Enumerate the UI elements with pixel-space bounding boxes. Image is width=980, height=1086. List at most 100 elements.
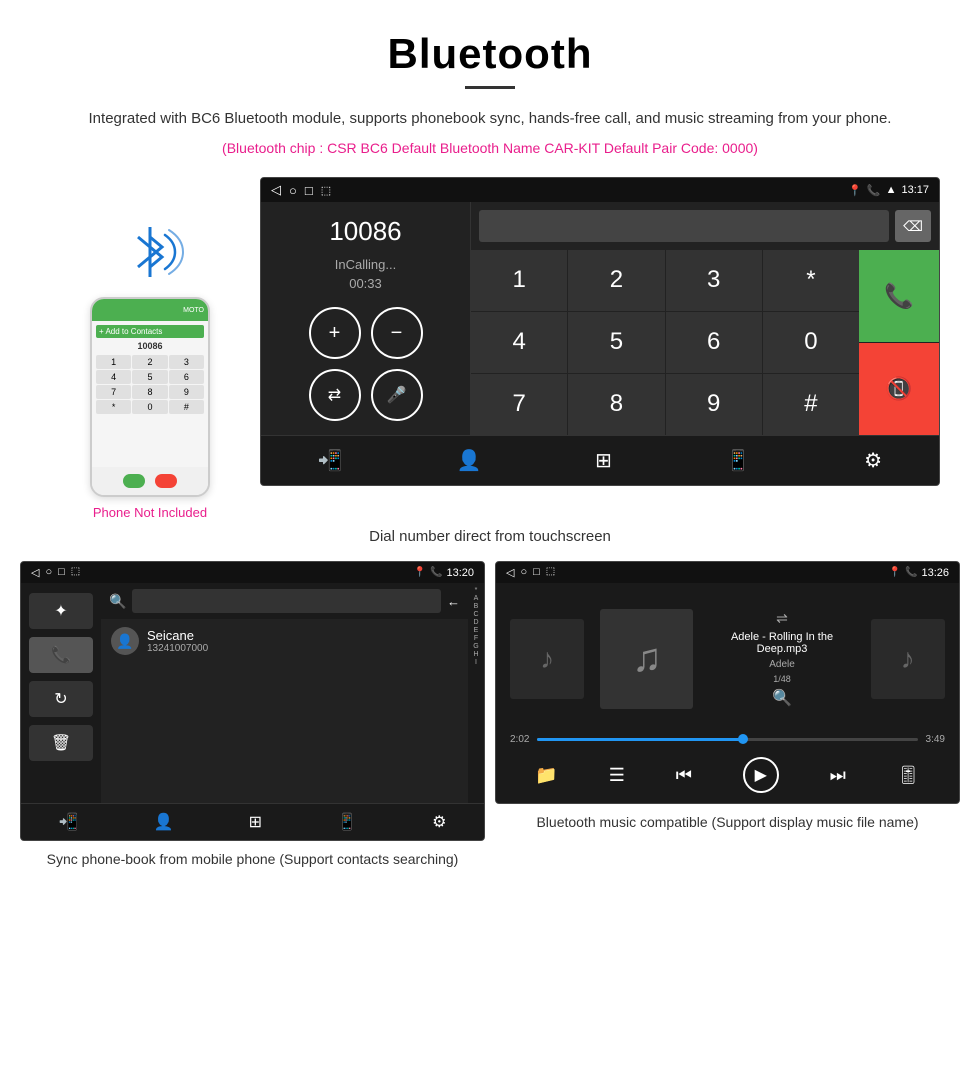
pb-call-transfer-icon[interactable]: 📲 [59,812,79,832]
pb-settings-icon[interactable]: ⚙ [432,812,446,832]
location-icon: 📍 [848,184,862,197]
music-art-row: ♪ ♫ ⇌ Adele - Rolling In the Deep.mp3 Ad… [496,583,959,734]
phone-call-button [123,474,145,488]
pb-alpha-e[interactable]: E [474,627,479,634]
music-search-icon[interactable]: 🔍 [772,688,792,708]
call-button[interactable]: 📞 [859,250,939,342]
phone-key: 0 [132,400,167,414]
pb-contact-item[interactable]: 👤 Seicane 13241007000 [101,619,468,663]
pb-alpha-a[interactable]: A [474,595,479,602]
phone-keypad: 1 2 3 4 5 6 7 8 9 * 0 # [96,355,204,414]
status-bar-main: ◁ ○ □ ⬚ 📍 📞 ▲ 13:17 [261,178,939,202]
pb-alpha-h[interactable]: H [473,651,478,658]
pb-contact-info: Seicane 13241007000 [147,628,208,654]
caption-main: Dial number direct from touchscreen [0,528,980,545]
delete-button[interactable]: ⌫ [895,210,931,242]
contacts-icon[interactable]: 👤 [456,448,481,473]
pb-back-arrow: ← [447,594,460,609]
page-title: Bluetooth [0,0,980,86]
pb-search-icon: 🔍 [109,593,126,610]
wifi-icon: ▲ [886,184,897,196]
music-note-main-icon: ♫ [632,636,662,681]
pb-alpha-g[interactable]: G [473,643,478,650]
key-6[interactable]: 6 [666,312,762,373]
status-icons-main: 📍 📞 ▲ 13:17 [848,184,929,197]
volume-down-button[interactable]: − [371,307,423,359]
call-timer: 00:33 [349,276,382,291]
music-playlist-icon[interactable]: ☰ [609,765,625,786]
transfer-button[interactable]: ⇄ [309,369,361,421]
pb-alpha-c[interactable]: C [473,611,478,618]
settings-icon[interactable]: ⚙ [864,448,882,473]
pb-alpha-d[interactable]: D [473,619,478,626]
dial-area: 10086 InCalling... 00:33 + − ⇄ 🎤 ⌫ [261,202,939,435]
dial-left-panel: 10086 InCalling... 00:33 + − ⇄ 🎤 [261,202,471,435]
recent-nav-icon: □ [305,183,313,198]
music-prev-button[interactable]: ⏮ [676,765,692,786]
pb-alpha-i[interactable]: I [475,659,477,666]
music-screen-wrap: ◁ ○ □ ⬚ 📍 📞 13:26 ♪ [495,561,960,870]
phone-key: 4 [96,370,131,384]
bluetooth-wave-icon [110,217,190,287]
device-icon[interactable]: 📱 [726,448,751,473]
back-nav-icon: ◁ [271,182,281,198]
music-progress-bar[interactable] [537,738,917,741]
music-play-button[interactable]: ▶ [743,757,779,793]
key-1[interactable]: 1 [471,250,567,311]
key-hash[interactable]: # [763,374,859,435]
key-0[interactable]: 0 [763,312,859,373]
music-track-title: Adele - Rolling In the Deep.mp3 [709,631,854,655]
pb-alpha-list: * A B C D E F G H I [468,583,484,803]
end-call-button[interactable]: 📵 [859,343,939,435]
phone-signal-icon: 📞 [867,184,881,197]
music-track-num: 1/48 [773,674,791,684]
key-star[interactable]: * [763,250,859,311]
pb-contact-name: Seicane [147,628,208,643]
phone-screen: + Add to Contacts 10086 1 2 3 4 5 6 7 8 … [92,321,208,467]
key-2[interactable]: 2 [568,250,664,311]
pb-refresh-btn[interactable]: ↻ [29,681,93,717]
pb-contacts-icon[interactable]: 👤 [154,812,174,832]
pb-delete-btn[interactable]: 🗑 [29,725,93,761]
key-8[interactable]: 8 [568,374,664,435]
music-progress-dot [738,734,748,744]
music-eq-icon[interactable]: 🎚 [897,765,920,786]
dial-input-row: ⌫ [471,202,939,250]
home-nav-icon: ○ [289,183,297,198]
incalling-label: InCalling... [335,257,396,272]
music-folder-icon[interactable]: 📁 [535,765,557,786]
pb-contact-phone: 13241007000 [147,643,208,654]
music-time-current: 2:02 [510,734,529,745]
phone-key: 2 [132,355,167,369]
pb-device-icon[interactable]: 📱 [337,812,357,832]
call-transfer-icon[interactable]: 📲 [318,448,343,473]
pb-bluetooth-btn[interactable]: ✦ [29,593,93,629]
pb-dialpad-icon[interactable]: ⊞ [249,812,262,832]
album-art-main: ♫ [600,609,693,709]
music-time: 13:26 [921,567,949,579]
shuffle-icon[interactable]: ⇌ [776,610,788,627]
music-info-col: ⇌ Adele - Rolling In the Deep.mp3 Adele … [709,610,854,708]
dialpad-icon[interactable]: ⊞ [595,448,612,473]
key-9[interactable]: 9 [666,374,762,435]
pb-alpha-b[interactable]: B [474,603,479,610]
pb-bluetooth-icon: ✦ [54,601,67,621]
dial-input-field [479,210,889,242]
key-5[interactable]: 5 [568,312,664,373]
pb-search-input[interactable] [132,589,441,613]
mic-button[interactable]: 🎤 [371,369,423,421]
music-play-icon: ▶ [755,765,767,785]
key-3[interactable]: 3 [666,250,762,311]
music-next-button[interactable]: ⏭ [830,765,846,786]
pb-alpha-star[interactable]: * [475,587,478,594]
pb-call-btn[interactable]: 📞 [29,637,93,673]
key-4[interactable]: 4 [471,312,567,373]
screenshot-icon: ⬚ [321,184,331,197]
pb-alpha-f[interactable]: F [474,635,478,642]
key-7[interactable]: 7 [471,374,567,435]
music-status-bar: ◁ ○ □ ⬚ 📍 📞 13:26 [496,562,959,583]
volume-up-button[interactable]: + [309,307,361,359]
music-home-icon: ○ [520,566,527,579]
pb-screenshot-icon: ⬚ [71,566,80,579]
music-progress-row: 2:02 3:49 [496,734,959,749]
